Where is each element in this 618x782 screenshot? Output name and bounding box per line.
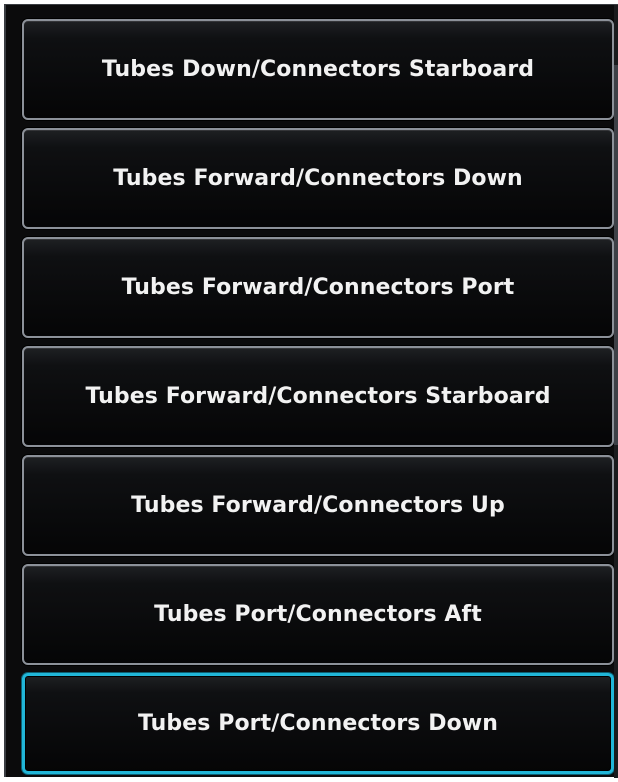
scrollbar-thumb[interactable] <box>614 65 618 445</box>
scrollbar-track[interactable] <box>614 5 618 778</box>
option-tubes-port-connectors-aft[interactable]: Tubes Port/Connectors Aft <box>22 564 614 665</box>
option-tubes-forward-connectors-down[interactable]: Tubes Forward/Connectors Down <box>22 128 614 229</box>
option-tubes-forward-connectors-starboard[interactable]: Tubes Forward/Connectors Starboard <box>22 346 614 447</box>
orientation-option-panel: Tubes Down/Connectors Starboard Tubes Fo… <box>4 4 618 778</box>
option-label: Tubes Port/Connectors Aft <box>154 602 482 627</box>
option-tubes-forward-connectors-port[interactable]: Tubes Forward/Connectors Port <box>22 237 614 338</box>
option-label: Tubes Forward/Connectors Starboard <box>85 384 551 409</box>
option-tubes-port-connectors-down[interactable]: Tubes Port/Connectors Down <box>22 673 614 774</box>
option-label: Tubes Down/Connectors Starboard <box>101 57 535 82</box>
option-label: Tubes Forward/Connectors Up <box>131 493 505 518</box>
orientation-option-list: Tubes Down/Connectors Starboard Tubes Fo… <box>22 19 618 782</box>
option-label: Tubes Forward/Connectors Down <box>113 166 523 191</box>
option-tubes-down-connectors-starboard[interactable]: Tubes Down/Connectors Starboard <box>22 19 614 120</box>
option-tubes-forward-connectors-up[interactable]: Tubes Forward/Connectors Up <box>22 455 614 556</box>
option-label: Tubes Forward/Connectors Port <box>121 275 515 300</box>
option-label: Tubes Port/Connectors Down <box>137 711 499 736</box>
